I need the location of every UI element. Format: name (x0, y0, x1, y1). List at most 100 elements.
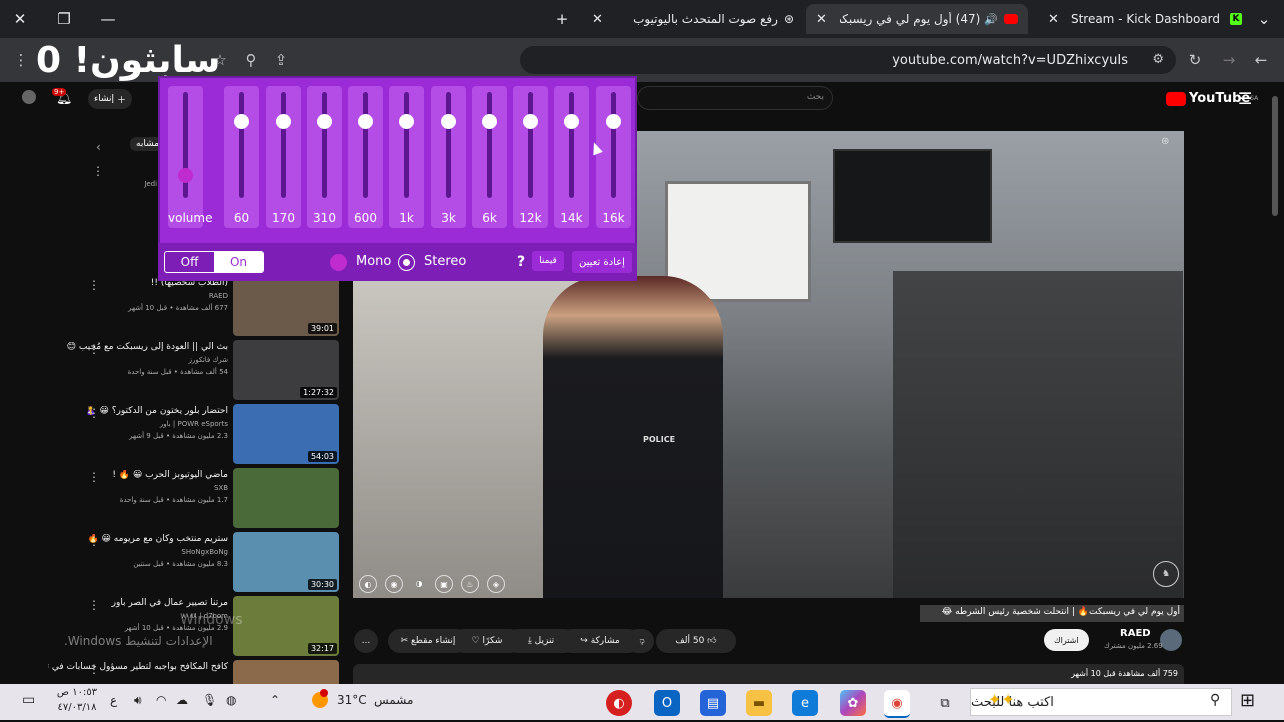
list-item[interactable]: 32:17 مرتنا تصيير عمال في الصر باور d7oom … (0, 596, 340, 658)
slider-handle[interactable] (358, 113, 373, 129)
windows-start-icon[interactable]: ⊞ (1240, 690, 1255, 711)
slider-track[interactable] (569, 92, 574, 198)
eq-band-slider[interactable]: 12k (513, 86, 548, 228)
channel-name[interactable]: RAED (48, 292, 228, 300)
slider-handle[interactable] (276, 113, 291, 129)
rate-us-button[interactable]: قيمنا (532, 251, 564, 271)
channel-name[interactable]: شرك فاتكورز (48, 356, 228, 364)
stereo-radio[interactable] (399, 255, 414, 270)
eq-band-slider[interactable]: 60 (224, 86, 259, 228)
video-title[interactable]: كافح المكافح بواجبه لتطير مسؤول حسابات ف… (48, 662, 228, 672)
video-title[interactable]: بث الي || العودة إلى ريسبكت مع مُجيب 😊 (48, 342, 228, 352)
subscribe-button[interactable]: اشتراك (1044, 629, 1089, 651)
channel-avatar[interactable] (1160, 629, 1182, 651)
slider-track[interactable] (281, 92, 286, 198)
on-option[interactable]: On (214, 252, 263, 272)
video-settings-icon[interactable]: ⊛ (1161, 136, 1169, 147)
more-options-icon[interactable]: ⋮ (92, 164, 104, 178)
overlay-control-icon[interactable]: ◉ (385, 575, 403, 593)
help-button[interactable]: ? (517, 254, 525, 270)
more-options-icon[interactable]: ⋮ (88, 406, 100, 420)
address-bar[interactable]: youtube.com/watch?v=UDZhixcyuIs ⚙ (520, 46, 1176, 74)
file-explorer-icon[interactable]: ▬ (746, 690, 772, 716)
youtube-logo[interactable]: YouTube SA (1166, 91, 1258, 106)
tab-kick-dashboard[interactable]: K Stream - Kick Dashboard ✕ (1030, 4, 1252, 34)
chrome-taskbar-icon[interactable]: ◉ (884, 690, 910, 718)
overlay-control-icon[interactable]: ◑ (411, 575, 427, 591)
page-scrollbar[interactable] (1272, 96, 1278, 216)
video-thumbnail[interactable]: 39:01 (233, 276, 339, 336)
avatar[interactable] (22, 90, 36, 104)
off-option[interactable]: Off (165, 252, 214, 272)
more-options-icon[interactable]: ⋮ (88, 598, 100, 612)
eq-band-slider[interactable]: 1k (389, 86, 424, 228)
language-indicator[interactable]: ع (110, 693, 117, 707)
eq-band-slider[interactable]: 310 (307, 86, 342, 228)
edge-icon[interactable]: e (792, 690, 818, 716)
slider-handle[interactable] (564, 113, 579, 129)
eq-band-slider[interactable]: 3k (431, 86, 466, 228)
new-tab-button[interactable]: + (548, 6, 576, 32)
reset-button[interactable]: إعادة تعيين (572, 251, 632, 273)
video-thumbnail[interactable] (233, 468, 339, 528)
video-thumbnail[interactable]: 1:27:32 (233, 340, 339, 400)
overlay-control-icon[interactable]: ◐ (359, 575, 377, 593)
slider-track[interactable] (322, 92, 327, 198)
list-item[interactable]: 1:27:32 بث الي || العودة إلى ريسبكت مع مُ… (0, 340, 340, 402)
wifi-icon[interactable]: ◠ (156, 693, 166, 707)
slider-handle[interactable] (399, 113, 414, 129)
back-icon[interactable]: ← (1248, 47, 1274, 73)
overlay-control-icon[interactable]: ◈ (487, 575, 505, 593)
channel-name[interactable]: SXB (48, 484, 228, 492)
restore-window-button[interactable]: ❐ (50, 6, 78, 32)
slider-track[interactable] (239, 92, 244, 198)
video-title[interactable]: ستريم منتخب وكان مع مريومه 😀 🔥 (48, 534, 228, 544)
slider-handle[interactable] (606, 113, 621, 129)
slider-track[interactable] (528, 92, 533, 198)
forward-icon[interactable]: → (1216, 47, 1242, 73)
video-thumbnail[interactable]: 54:03 (233, 404, 339, 464)
description-box[interactable]: 759 ألف مشاهدة قبل 10 أشهر (353, 664, 1184, 684)
slider-handle[interactable] (523, 113, 538, 129)
mono-radio[interactable] (330, 254, 347, 271)
more-options-icon[interactable]: ⋮ (88, 342, 100, 356)
channel-name[interactable]: SHoNgxBoNg (48, 548, 228, 556)
slider-handle[interactable] (441, 113, 456, 129)
tab-speaker-boost[interactable]: ⊛ رفع صوت المتحدث باليوتيوب ✕ (582, 4, 804, 34)
close-tab-icon[interactable]: ✕ (816, 12, 827, 27)
list-item[interactable]: 54:03 احتضار بلور يختون من الدكتور؟ 😀 🤱 PO… (0, 404, 340, 466)
share-page-icon[interactable]: ⇪ (268, 47, 294, 73)
reload-icon[interactable]: ↻ (1182, 47, 1208, 73)
more-actions-button[interactable]: ... (354, 629, 378, 653)
list-item[interactable]: ماضي اليوتيوبز الحرب 😀 🔥 ! SXB 1.7 مليون م… (0, 468, 340, 530)
slider-track[interactable] (446, 92, 451, 198)
app-icon[interactable]: ◐ (606, 690, 632, 716)
close-tab-icon[interactable]: ✕ (1048, 12, 1059, 27)
eq-band-slider[interactable]: 14k (554, 86, 589, 228)
video-title[interactable]: احتضار بلور يختون من الدكتور؟ 😀 🤱 (48, 406, 228, 416)
volume-icon[interactable]: 🔊︎ (134, 693, 142, 708)
list-item[interactable]: 30:30 ستريم منتخب وكان مع مريومه 😀 🔥 SHoNg… (0, 532, 340, 594)
video-thumbnail[interactable]: 32:17 (233, 596, 339, 656)
search-input[interactable]: بحث (637, 86, 833, 110)
slider-track[interactable] (487, 92, 492, 198)
slider-track[interactable] (611, 92, 616, 198)
overlay-control-icon[interactable]: ▣ (435, 575, 453, 593)
weather-temp[interactable]: 31°C (337, 693, 367, 707)
slider-handle[interactable] (178, 167, 193, 183)
more-options-icon[interactable]: ⋮ (88, 534, 100, 548)
store-icon[interactable]: ▤ (700, 690, 726, 716)
slider-track[interactable] (363, 92, 368, 198)
power-toggle[interactable]: Off On (164, 251, 264, 273)
channel-watermark-icon[interactable]: ♞ (1153, 561, 1179, 587)
clock-date[interactable]: ٤٧/٠٣/١٨ (52, 702, 102, 713)
show-hidden-icons[interactable]: ⌃ (270, 693, 280, 707)
menu-icon[interactable]: ⋮ (8, 47, 34, 73)
eq-band-slider[interactable]: 6k (472, 86, 507, 228)
more-options-icon[interactable]: ⋮ (88, 470, 100, 484)
minimize-window-button[interactable]: — (94, 6, 122, 32)
close-window-button[interactable]: ✕ (6, 6, 34, 32)
video-thumbnail[interactable]: 30:30 (233, 532, 339, 592)
slider-handle[interactable] (317, 113, 332, 129)
eq-band-slider[interactable]: 170 (266, 86, 301, 228)
